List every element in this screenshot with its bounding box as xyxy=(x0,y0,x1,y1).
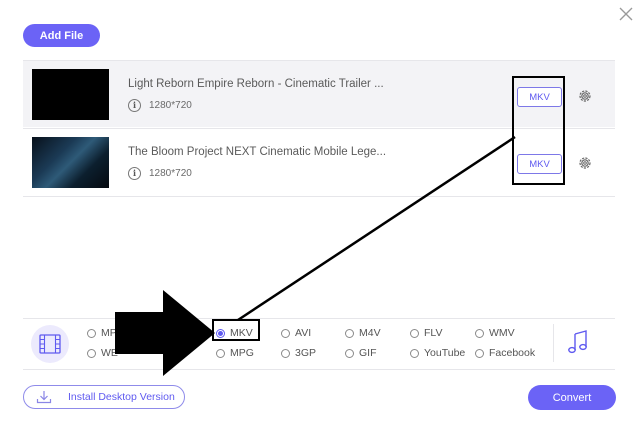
radio-button[interactable] xyxy=(216,348,225,358)
format-option[interactable]: 3GP xyxy=(281,347,316,359)
radio-button[interactable] xyxy=(345,348,354,358)
format-option[interactable]: Facebook xyxy=(475,347,535,359)
convert-button[interactable]: Convert xyxy=(528,385,616,410)
file-info: i 1280*720 xyxy=(128,167,192,180)
radio-button[interactable] xyxy=(410,328,419,338)
file-row: The Bloom Project NEXT Cinematic Mobile … xyxy=(23,129,615,195)
format-option[interactable]: WMV xyxy=(475,327,515,339)
format-label: GIF xyxy=(359,347,377,359)
download-icon xyxy=(36,391,52,404)
format-label: MP xyxy=(101,327,117,339)
radio-button[interactable] xyxy=(87,328,96,338)
format-option[interactable]: AVI xyxy=(281,327,311,339)
install-desktop-button[interactable]: Install Desktop Version xyxy=(23,385,185,409)
radio-button[interactable] xyxy=(345,328,354,338)
format-divider xyxy=(553,324,554,362)
format-option-mkv[interactable]: MKV xyxy=(216,327,253,339)
install-label: Install Desktop Version xyxy=(68,391,175,403)
file-info: i 1280*720 xyxy=(128,99,192,112)
video-tab[interactable] xyxy=(31,325,69,363)
file-title: Light Reborn Empire Reborn - Cinematic T… xyxy=(128,78,384,90)
close-icon[interactable] xyxy=(618,6,634,22)
format-selector: MP WE MKV MPG AVI 3GP M4V GIF FLV YouTub… xyxy=(23,318,615,370)
output-format-button[interactable]: MKV xyxy=(517,154,562,174)
format-label: WE xyxy=(101,347,118,359)
info-icon[interactable]: i xyxy=(128,167,141,180)
radio-button[interactable] xyxy=(475,328,484,338)
format-label: WMV xyxy=(489,327,515,339)
music-note-icon[interactable] xyxy=(567,330,589,354)
film-icon xyxy=(39,334,61,354)
output-format-button[interactable]: MKV xyxy=(517,87,562,107)
file-title: The Bloom Project NEXT Cinematic Mobile … xyxy=(128,146,387,158)
format-option[interactable]: YouTube xyxy=(410,347,465,359)
radio-button[interactable] xyxy=(87,348,96,358)
file-resolution: 1280*720 xyxy=(149,168,192,179)
format-option[interactable]: GIF xyxy=(345,347,377,359)
format-label: MKV xyxy=(230,327,253,339)
format-option[interactable]: MP xyxy=(87,327,117,339)
file-row: Light Reborn Empire Reborn - Cinematic T… xyxy=(23,61,615,127)
gear-icon[interactable] xyxy=(577,155,593,171)
file-resolution: 1280*720 xyxy=(149,100,192,111)
format-label: MPG xyxy=(230,347,254,359)
radio-button[interactable] xyxy=(281,328,290,338)
format-label: Facebook xyxy=(489,347,536,359)
radio-button-selected[interactable] xyxy=(216,328,225,338)
video-thumbnail xyxy=(32,137,109,188)
radio-button[interactable] xyxy=(410,348,419,358)
format-label: 3GP xyxy=(295,347,317,359)
gear-icon[interactable] xyxy=(577,88,593,104)
list-bottom-divider xyxy=(23,196,615,197)
format-label: M4V xyxy=(359,327,381,339)
radio-button[interactable] xyxy=(281,348,290,358)
format-option[interactable]: M4V xyxy=(345,327,381,339)
format-option[interactable]: WE xyxy=(87,347,118,359)
format-option[interactable]: FLV xyxy=(410,327,442,339)
format-label: FLV xyxy=(424,327,443,339)
video-thumbnail xyxy=(32,69,109,120)
info-icon[interactable]: i xyxy=(128,99,141,112)
format-label: YouTube xyxy=(424,347,466,359)
radio-button[interactable] xyxy=(475,348,484,358)
format-label: AVI xyxy=(295,327,312,339)
add-file-button[interactable]: Add File xyxy=(23,24,100,47)
format-option[interactable]: MPG xyxy=(216,347,254,359)
